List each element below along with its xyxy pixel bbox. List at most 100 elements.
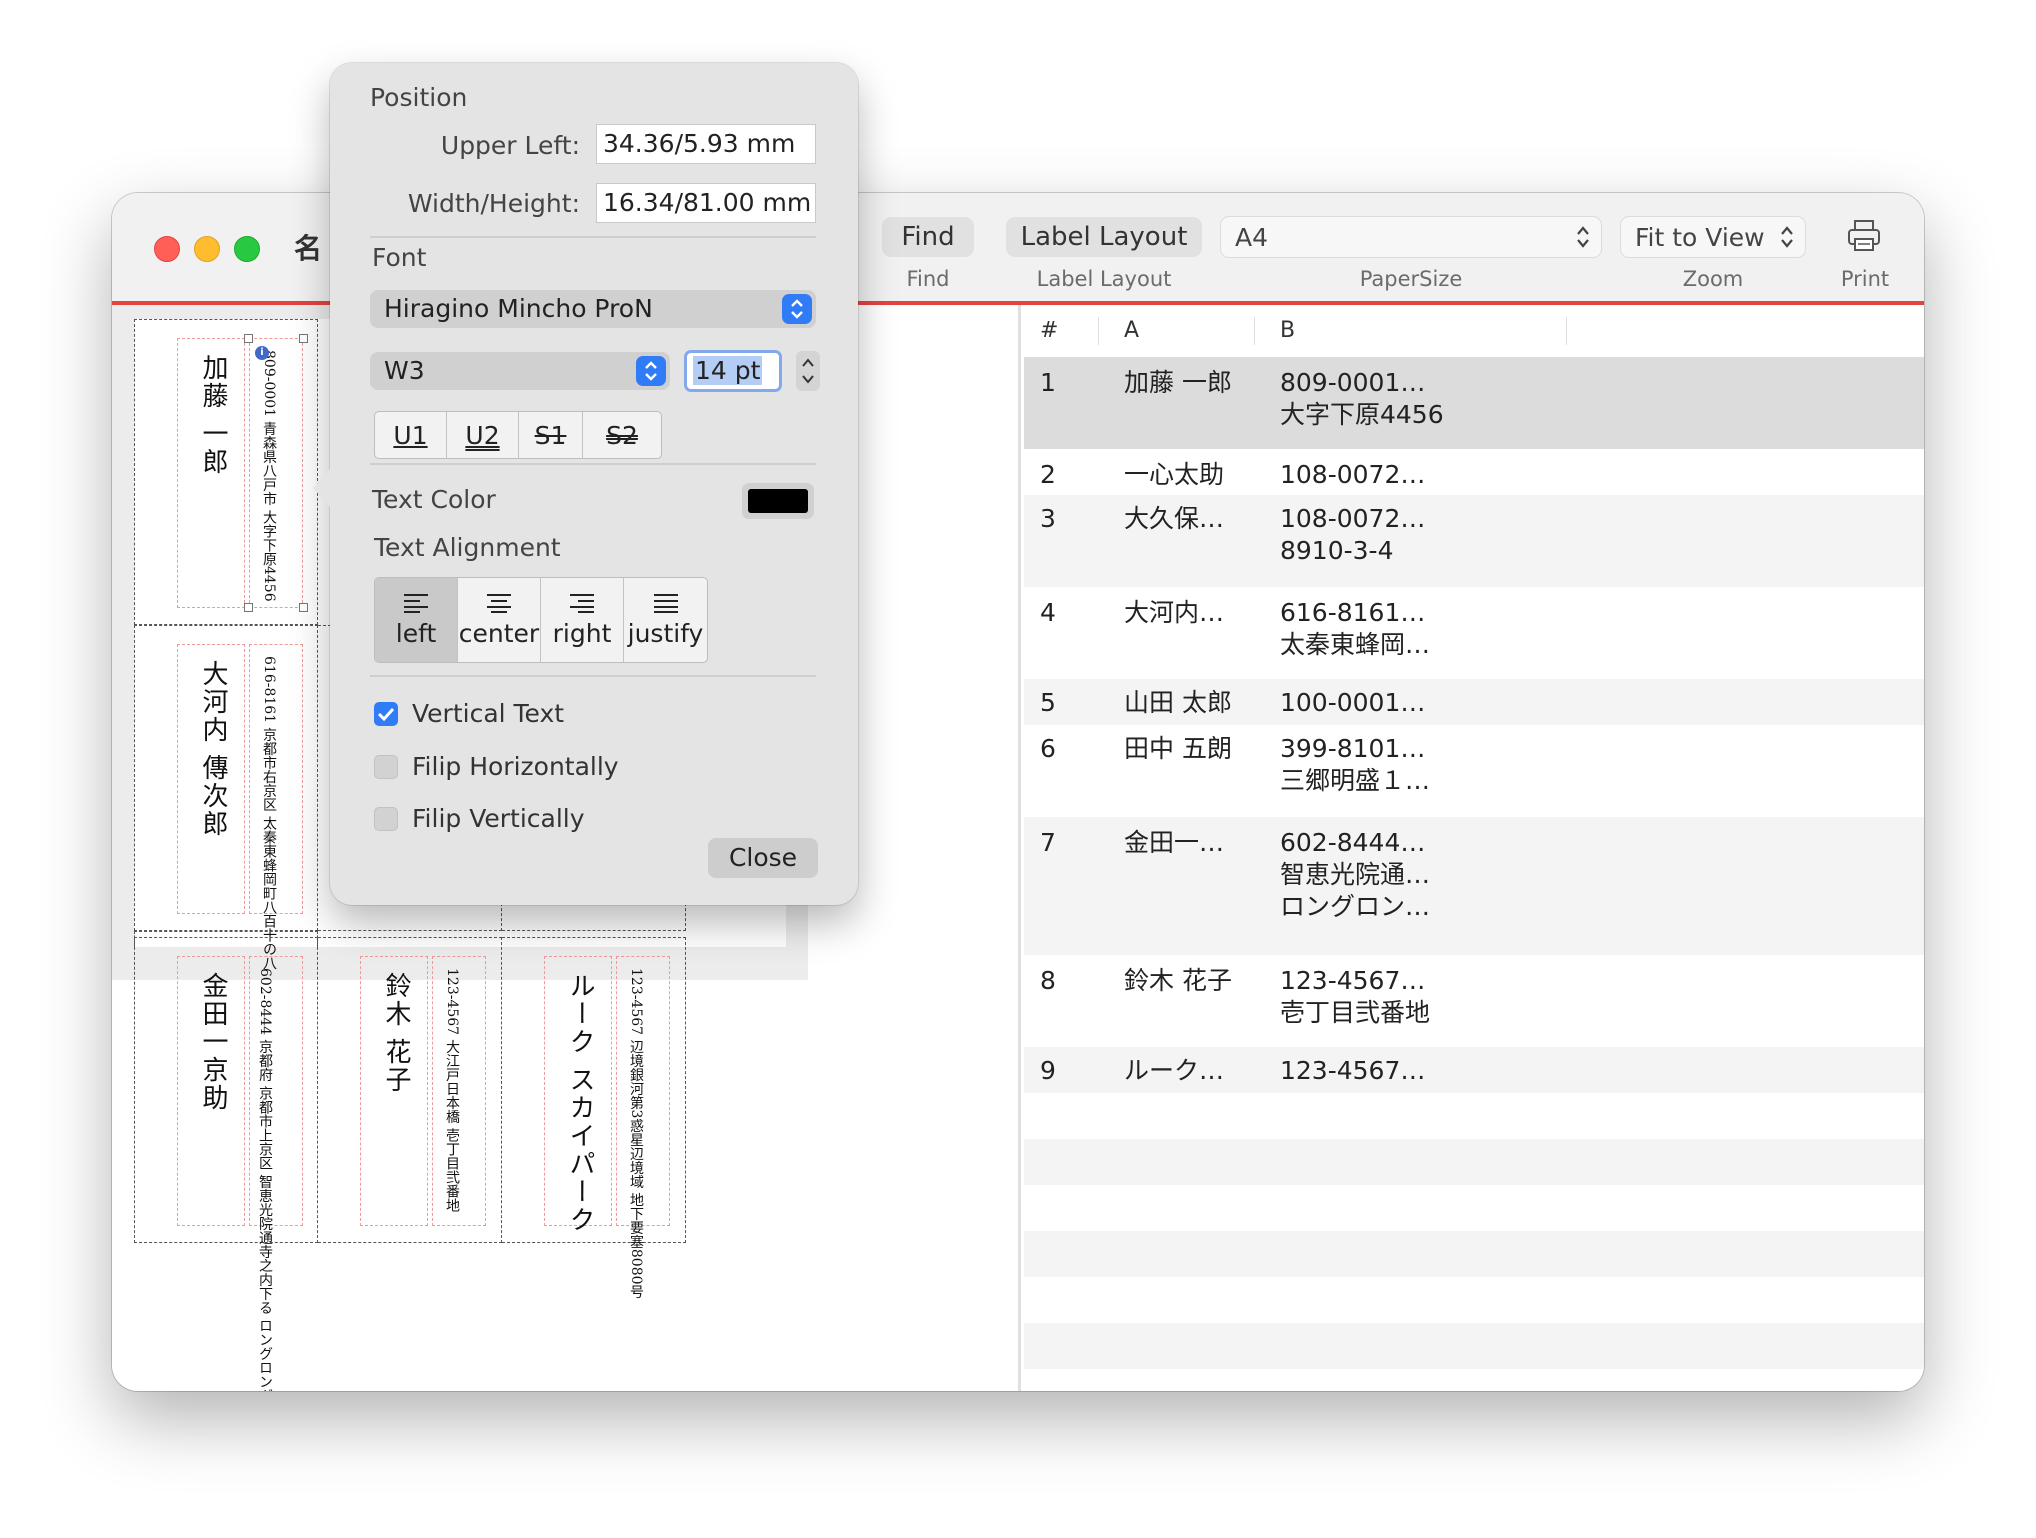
table-row[interactable]: 3 大久保… 108-0072… 8910-3-4 xyxy=(1024,495,1924,587)
font-size-stepper[interactable] xyxy=(795,350,821,392)
cell-b: 智恵光院通… xyxy=(1280,860,1431,889)
label-layout-caption: Label Layout xyxy=(1036,267,1172,291)
vertical-text-checkbox[interactable] xyxy=(374,702,398,726)
upper-left-label: Upper Left: xyxy=(440,131,580,160)
label-inspector-popover: Position Upper Left: 34.36/5.93 mm Width… xyxy=(313,63,858,905)
flip-horizontal-checkbox[interactable] xyxy=(374,755,398,779)
font-weight-select[interactable]: W3 xyxy=(370,352,670,390)
cell-b: 602-8444… xyxy=(1280,828,1426,857)
label-name: 大河内 傳次郎 xyxy=(198,660,228,839)
table-row[interactable]: 4 大河内… 616-8161… 太秦東蜂岡… xyxy=(1024,587,1924,679)
find-caption: Find xyxy=(906,267,950,291)
label-cell[interactable]: ルーク スカイパーク 123-4567 辺境銀河第3惑星辺境域 地下要塞8080… xyxy=(502,937,686,1299)
label-cell[interactable]: 金田一京助 602-8444 京都府 京都市上京区 智恵光院通寺之内下る ロング… xyxy=(134,937,318,1391)
underline-single-button[interactable]: U1 xyxy=(375,412,447,458)
close-window-button[interactable] xyxy=(154,236,180,262)
strike-single-button[interactable]: S1 xyxy=(519,412,583,458)
font-weight-value: W3 xyxy=(384,356,425,385)
font-family-select[interactable]: Hiragino Mincho ProN xyxy=(370,290,816,328)
table-row[interactable]: 5 山田 太郎 100-0001… xyxy=(1024,679,1924,725)
text-alignment-title: Text Alignment xyxy=(374,533,561,562)
split-divider[interactable] xyxy=(1018,305,1021,1391)
label-address: 809-0001 青森県八戸市 大字下原4456 xyxy=(261,350,277,602)
cell-num: 8 xyxy=(1040,966,1056,995)
table-row[interactable]: 1 加藤 一郎 809-0001… 大字下原4456 xyxy=(1024,357,1924,449)
align-center-label: center xyxy=(458,618,540,648)
empty-row xyxy=(1024,1185,1924,1231)
align-right-button[interactable]: right xyxy=(541,578,624,662)
align-justify-icon xyxy=(653,593,678,613)
resize-handle[interactable] xyxy=(299,603,308,612)
table-row[interactable]: 8 鈴木 花子 123-4567… 壱丁目弐番地 xyxy=(1024,955,1924,1047)
flip-vertical-checkbox[interactable] xyxy=(374,807,398,831)
align-justify-button[interactable]: justify xyxy=(624,578,707,662)
width-height-field[interactable]: 16.34/81.00 mm xyxy=(596,183,816,223)
popover-arrow xyxy=(313,468,331,508)
find-button[interactable]: Find xyxy=(882,217,974,257)
zoom-window-button[interactable] xyxy=(234,236,260,262)
strike-single-label: S1 xyxy=(534,420,567,450)
table-row[interactable]: 2 一心太助 108-0072… xyxy=(1024,449,1924,495)
empty-row xyxy=(1024,1139,1924,1185)
cell-b: 8910-3-4 xyxy=(1280,536,1394,565)
resize-handle[interactable] xyxy=(244,603,253,612)
column-header-b[interactable]: B xyxy=(1280,305,1295,355)
window-title: 名 xyxy=(294,232,323,265)
paper-size-select[interactable]: A4 xyxy=(1220,216,1602,258)
cell-b: 壱丁目弐番地 xyxy=(1280,998,1431,1027)
font-size-field[interactable]: 14 pt xyxy=(684,350,782,392)
align-left-icon xyxy=(404,593,428,613)
cell-b: 809-0001… xyxy=(1280,368,1426,397)
empty-row xyxy=(1024,1231,1924,1277)
underline-double-button[interactable]: U2 xyxy=(447,412,519,458)
zoom-caption: Zoom xyxy=(1682,267,1744,291)
color-swatch xyxy=(748,489,808,513)
printer-icon[interactable] xyxy=(1846,217,1882,253)
column-header-a[interactable]: A xyxy=(1124,305,1139,355)
info-icon[interactable]: i xyxy=(255,346,269,360)
divider xyxy=(370,463,816,465)
minimize-window-button[interactable] xyxy=(194,236,220,262)
cell-num: 7 xyxy=(1040,828,1056,857)
print-caption: Print xyxy=(1840,267,1890,291)
resize-handle[interactable] xyxy=(299,334,308,343)
cell-a: 鈴木 花子 xyxy=(1124,966,1232,995)
text-decoration-segmented: U1 U2 S1 S2 xyxy=(374,411,662,459)
text-color-label: Text Color xyxy=(372,485,496,514)
label-cell[interactable]: 加藤 一郎 809-0001 青森県八戸市 大字下原4456 i xyxy=(134,319,318,625)
font-section-title: Font xyxy=(372,243,427,272)
flip-horizontal-label: Filip Horizontally xyxy=(412,752,619,781)
upper-left-field[interactable]: 34.36/5.93 mm xyxy=(596,124,816,164)
cell-b: 太秦東蜂岡… xyxy=(1280,630,1431,659)
divider xyxy=(370,675,816,677)
cell-a: 一心太助 xyxy=(1124,460,1225,489)
text-color-well[interactable] xyxy=(742,483,814,519)
label-address: 616-8161 京都市右京区 太秦東蜂岡町八百十の八 xyxy=(261,656,277,970)
table-row[interactable]: 9 ルーク… 123-4567… xyxy=(1024,1047,1924,1093)
font-family-value: Hiragino Mincho ProN xyxy=(384,294,653,323)
resize-handle[interactable] xyxy=(244,334,253,343)
table-row[interactable]: 7 金田一… 602-8444… 智恵光院通… ロングロン… xyxy=(1024,817,1924,955)
align-left-button[interactable]: left xyxy=(375,578,458,662)
table-row[interactable]: 6 田中 五朗 399-8101… 三郷明盛１… xyxy=(1024,725,1924,817)
label-layout-button[interactable]: Label Layout xyxy=(1006,217,1202,257)
vertical-text-label: Vertical Text xyxy=(412,699,565,728)
cell-a: 大久保… xyxy=(1124,504,1225,533)
align-center-button[interactable]: center xyxy=(458,578,541,662)
column-header-num[interactable]: # xyxy=(1040,305,1058,355)
cell-b: 大字下原4456 xyxy=(1280,400,1444,429)
label-address: 123-4567 辺境銀河第3惑星辺境域 地下要塞8080号 xyxy=(628,968,644,1299)
paper-size-caption: PaperSize xyxy=(1359,267,1463,291)
label-name: 金田一京助 xyxy=(198,972,228,1112)
label-cell[interactable]: 大河内 傳次郎 616-8161 京都市右京区 太秦東蜂岡町八百十の八 xyxy=(134,625,318,970)
cell-b: 123-4567… xyxy=(1280,966,1426,995)
empty-row xyxy=(1024,1093,1924,1139)
zoom-select[interactable]: Fit to View xyxy=(1620,216,1806,258)
cell-a: ルーク… xyxy=(1124,1056,1225,1085)
cell-num: 9 xyxy=(1040,1056,1056,1085)
strike-double-button[interactable]: S2 xyxy=(583,412,661,458)
cell-a: 大河内… xyxy=(1124,598,1225,627)
column-separator xyxy=(1254,317,1255,345)
close-button[interactable]: Close xyxy=(708,838,818,878)
label-cell[interactable]: 鈴木 花子 123-4567 大江戸日本橋 壱丁目弐番地 xyxy=(318,937,502,1243)
